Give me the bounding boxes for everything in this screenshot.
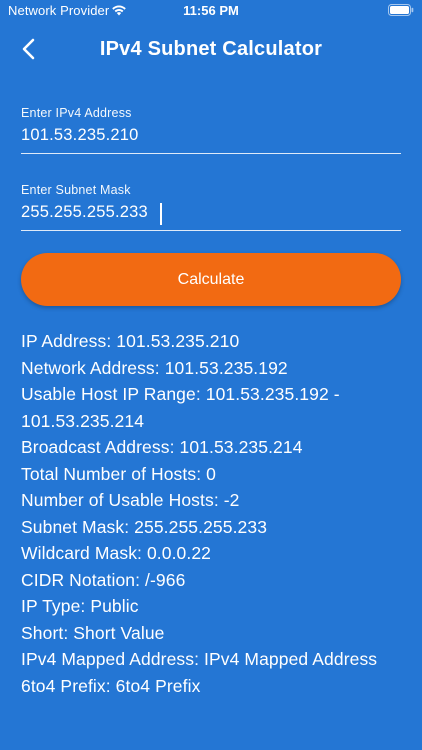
subnet-mask-label: Enter Subnet Mask	[21, 183, 131, 197]
ip-address-label: Enter IPv4 Address	[21, 106, 132, 120]
result-broadcast-address: Broadcast Address: 101.53.235.214	[21, 437, 303, 457]
nav-bar: IPv4 Subnet Calculator	[0, 24, 422, 76]
result-ipv4-mapped-address: IPv4 Mapped Address: IPv4 Mapped Address	[21, 649, 378, 669]
results-list: IP Address: 101.53.235.210 Network Addre…	[21, 328, 401, 699]
result-network-address: Network Address: 101.53.235.192	[21, 357, 288, 378]
result-usable-host-range: Usable Host IP Range: 101.53.235.192 - 1…	[21, 384, 340, 431]
result-ip-type: IP Type: Public	[21, 596, 139, 616]
ip-address-field: Enter IPv4 Address	[21, 106, 401, 154]
result-ip-address: IP Address: 101.53.235.210	[21, 331, 240, 351]
page-title: IPv4 Subnet Calculator	[99, 38, 323, 60]
result-6to4-prefix: 6to4 Prefix: 6to4 Prefix	[21, 675, 201, 696]
calculate-button[interactable]: Calculate	[21, 253, 401, 306]
result-cidr-notation: CIDR Notation: /-966	[21, 569, 186, 590]
subnet-mask-field: Enter Subnet Mask	[21, 183, 401, 231]
result-total-hosts: Total Number of Hosts: 0	[21, 463, 216, 484]
result-subnet-mask: Subnet Mask: 255.255.255.233	[21, 516, 268, 537]
text-cursor	[160, 203, 162, 225]
result-short: Short: Short Value	[21, 622, 165, 643]
status-bar: Network Provider 11:56 PM	[0, 0, 422, 24]
result-usable-hosts: Number of Usable Hosts: -2	[21, 490, 240, 510]
battery-icon	[388, 4, 414, 16]
ip-address-input[interactable]	[21, 126, 401, 154]
subnet-mask-input[interactable]	[21, 203, 401, 231]
result-wildcard-mask: Wildcard Mask: 0.0.0.22	[21, 543, 212, 563]
status-time: 11:56 PM	[183, 3, 239, 18]
